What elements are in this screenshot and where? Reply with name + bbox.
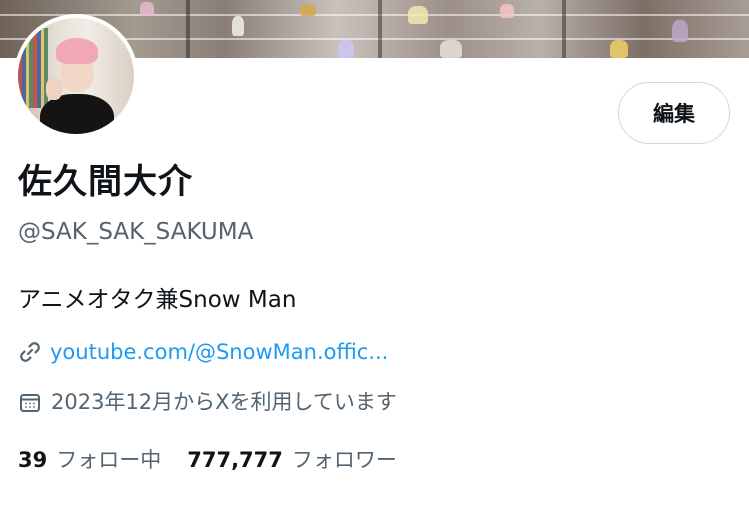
profile-website-link[interactable]: youtube.com/@SnowMan.offic...	[50, 337, 388, 367]
link-icon	[18, 340, 42, 364]
avatar-hair	[56, 38, 98, 64]
avatar-image	[18, 18, 134, 134]
banner-figure	[672, 20, 688, 42]
profile-join-date: 2023年12月からXを利用しています	[18, 387, 397, 417]
banner-figure	[610, 40, 628, 58]
followers-link[interactable]: 777,777 フォロワー	[187, 445, 397, 475]
avatar-hand	[46, 78, 62, 100]
avatar-body	[40, 94, 114, 134]
following-link[interactable]: 39 フォロー中	[18, 445, 161, 475]
avatar[interactable]	[14, 14, 138, 138]
banner-shelf-post	[378, 0, 382, 58]
banner-figure	[300, 4, 316, 16]
banner-figure	[232, 16, 244, 36]
calendar-icon	[18, 390, 42, 414]
followers-label: フォロワー	[291, 448, 397, 472]
follow-stats: 39 フォロー中 777,777 フォロワー	[18, 445, 397, 475]
banner-shelf	[0, 14, 749, 16]
profile-website: youtube.com/@SnowMan.offic...	[18, 337, 388, 367]
banner-figure	[140, 2, 154, 16]
following-label: フォロー中	[56, 448, 162, 472]
edit-profile-button[interactable]: 編集	[618, 82, 730, 144]
banner-figure	[440, 40, 462, 58]
banner-figure	[500, 4, 514, 18]
join-date-text: 2023年12月からXを利用しています	[51, 390, 397, 414]
profile-bio: アニメオタク兼Snow Man	[18, 287, 297, 313]
profile-handle: @SAK_SAK_SAKUMA	[18, 219, 254, 245]
followers-count: 777,777	[187, 448, 283, 472]
banner-shelf-post	[562, 0, 566, 58]
avatar-bookshelf	[18, 28, 48, 108]
profile-name: 佐久間大介	[18, 162, 193, 202]
banner-figure	[408, 6, 428, 24]
banner-shelf-post	[186, 0, 190, 58]
following-count: 39	[18, 448, 48, 472]
banner-figure	[338, 40, 354, 58]
